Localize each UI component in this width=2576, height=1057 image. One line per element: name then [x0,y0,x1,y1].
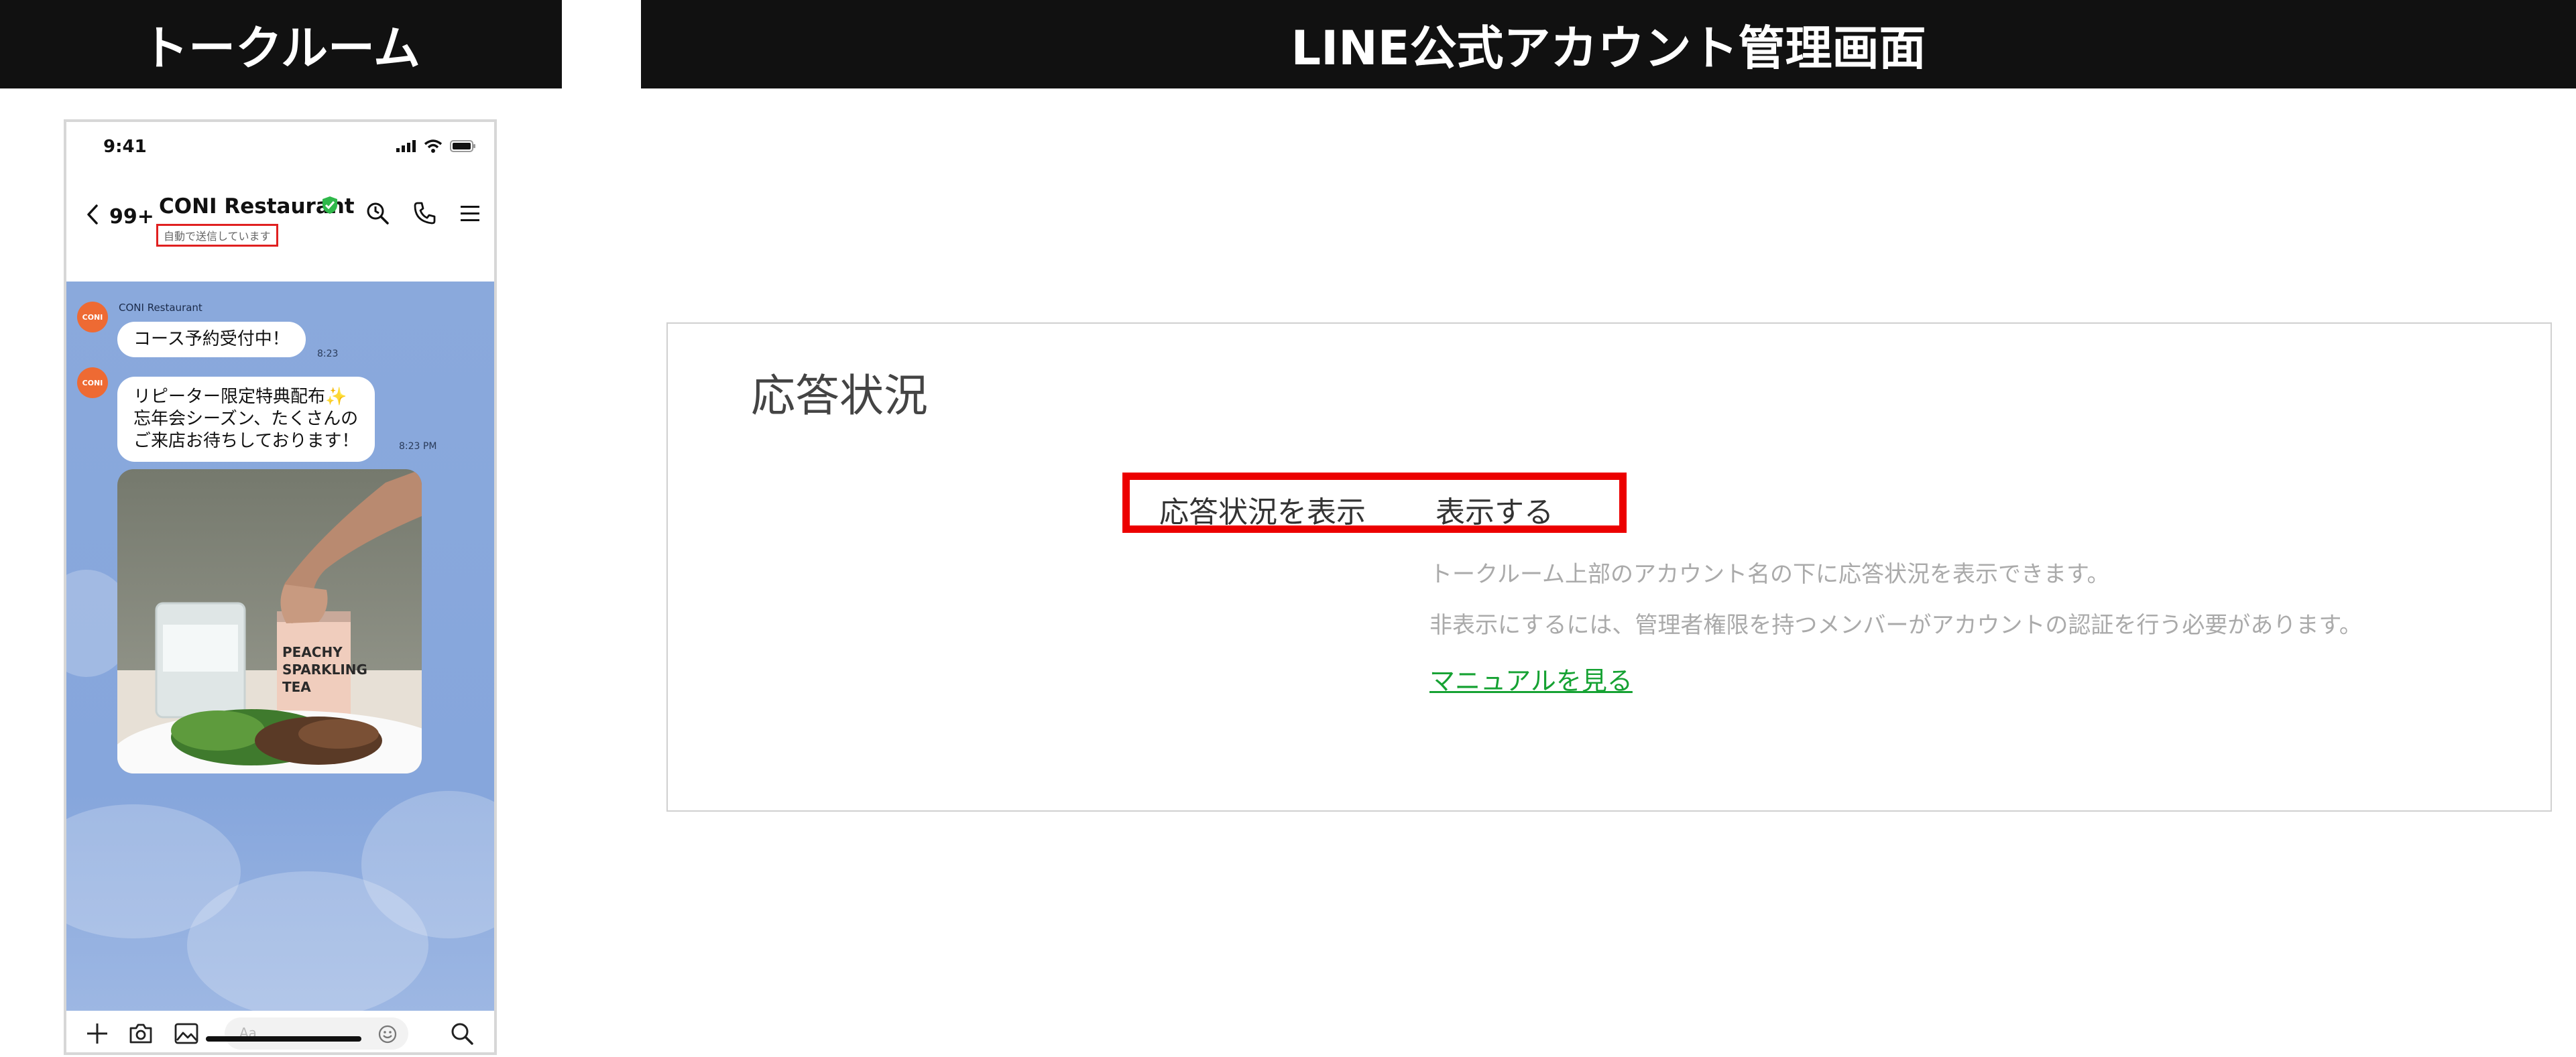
search-icon[interactable] [450,1021,474,1046]
wifi-icon [424,139,442,153]
message-photo[interactable]: PEACHY SPARKLING TEA [117,469,422,773]
message-text: コース予約受付中！ [133,329,290,349]
setting-value: 表示する [1436,495,1554,530]
admin-settings-panel: 応答状況 応答状況を表示 表示する トークルーム上部のアカウント名の下に応答状況… [666,322,2552,812]
message-input[interactable]: Aa [225,1017,408,1050]
message-input-bar: Aa [66,1011,494,1052]
menu-icon[interactable] [459,201,481,225]
chat-nav-bar: 99+ CONI Restaurant 自動で送信しています [66,176,494,282]
nav-actions [365,201,481,225]
message-timestamp: 8:23 PM [399,441,437,452]
auto-reply-status: 自動で送信しています [156,224,278,247]
camera-icon[interactable] [128,1021,154,1046]
status-time: 9:41 [103,137,147,157]
sender-name: CONI Restaurant [119,302,202,314]
emoji-icon[interactable] [377,1024,398,1044]
status-bar: 9:41 [66,122,494,176]
manual-link[interactable]: マニュアルを見る [1429,660,1633,697]
back-chevron-icon[interactable] [85,204,100,225]
search-icon[interactable] [365,201,390,225]
battery-icon [450,140,475,152]
setting-description: トークルーム上部のアカウント名の下に応答状況を表示できます。 [1429,561,2110,588]
section-title: 応答状況 [751,370,928,422]
home-indicator [206,1036,361,1042]
avatar[interactable]: CONI [77,302,108,332]
image-icon[interactable] [174,1021,199,1046]
phone-mockup: 9:41 99+ CONI Restaurant 自動で送信しています CONI… [64,119,497,1055]
message-line: 忘年会シーズン、たくさんの [133,409,359,429]
plus-icon[interactable] [85,1021,109,1046]
response-status-setting-row: 応答状況を表示 表示する [1122,473,1627,533]
talkroom-header: トークルーム [0,0,562,88]
phone-icon[interactable] [412,201,436,225]
message-bubble[interactable]: リピーター限定特典配布✨ 忘年会シーズン、たくさんの ご来店お待ちしております！ [117,377,375,462]
setting-label: 応答状況を表示 [1159,495,1366,530]
verified-badge-icon [323,196,337,214]
can-text: SPARKLING [282,662,367,678]
can-text: TEA [282,679,311,695]
status-icons [396,139,477,153]
signal-icon [396,140,416,152]
message-bubble[interactable]: コース予約受付中！ [117,322,306,357]
admin-console-header: LINE公式アカウント管理画面 [641,0,2576,88]
unread-count: 99+ [109,205,154,229]
avatar[interactable]: CONI [77,367,108,398]
setting-description: 非表示にするには、管理者権限を持つメンバーがアカウントの認証を行う必要があります… [1429,612,2362,639]
photo-image: PEACHY SPARKLING TEA [117,469,422,773]
can-text: PEACHY [282,644,343,660]
message-timestamp: 8:23 [317,349,339,359]
chat-area[interactable]: CONI CONI Restaurant コース予約受付中！ 8:23 CONI… [66,282,494,1011]
message-line: リピーター限定特典配布✨ [133,387,347,407]
message-line: ご来店お待ちしております！ [133,431,359,451]
